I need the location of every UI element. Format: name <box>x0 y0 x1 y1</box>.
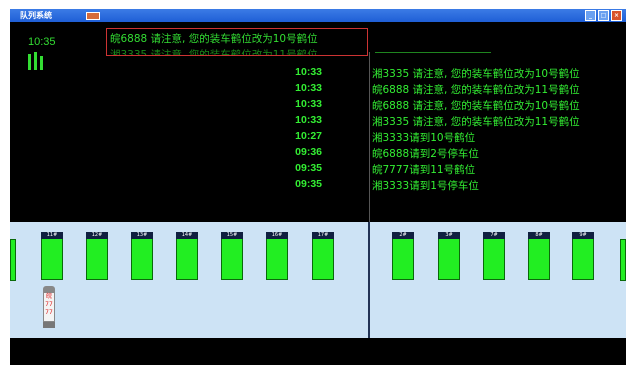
message-panel: 10:35 皖6888 请注意, 您的装车鹤位改为10号鹤位 湘3335 请注意… <box>10 22 626 222</box>
message-time: 10:27 <box>295 130 322 142</box>
bay-indicator <box>392 239 414 280</box>
title-decoration <box>86 11 100 20</box>
window-controls: _ □ × <box>585 10 622 21</box>
bay-label: 14# <box>176 232 198 239</box>
bay-indicator <box>176 239 198 280</box>
message-time: 10:33 <box>295 114 322 126</box>
panel-divider <box>369 52 370 222</box>
maximize-icon[interactable]: □ <box>598 10 609 21</box>
message-time: 10:33 <box>295 98 322 110</box>
bay-label: 11# <box>41 232 63 239</box>
bay-indicator <box>221 239 243 280</box>
bay-slot[interactable]: 14# <box>176 232 198 280</box>
bay-indicator <box>572 239 594 280</box>
close-icon[interactable]: × <box>611 10 622 21</box>
bay-indicator <box>41 239 63 280</box>
bay-edge <box>10 239 16 281</box>
bay-label: 7# <box>483 232 505 239</box>
bay-indicator <box>86 239 108 280</box>
bay-slot[interactable]: 3# <box>438 232 460 280</box>
message-text: 湘3333请到1号停车位 <box>372 180 479 192</box>
alert-line: 湘3335 请注意, 您的装车鹤位改为11号鹤位 <box>110 49 318 56</box>
message-text: 湘3335 请注意, 您的装车鹤位改为11号鹤位 <box>372 116 580 128</box>
bay-slot[interactable]: 17# <box>312 232 334 280</box>
bay-indicator <box>312 239 334 280</box>
bay-edge <box>620 239 626 281</box>
bay-slot[interactable]: 8# <box>528 232 550 280</box>
alert-line: 皖6888 请注意, 您的装车鹤位改为10号鹤位 <box>110 33 318 45</box>
message-text: 皖6888请到2号停车位 <box>372 148 479 160</box>
message-text: 湘3335 请注意, 您的装车鹤位改为10号鹤位 <box>372 68 580 80</box>
title-bar: 队列系统 _ □ × <box>10 9 626 22</box>
bay-slot[interactable]: 16# <box>266 232 288 280</box>
message-text: 皖6888 请注意, 您的装车鹤位改为11号鹤位 <box>372 84 580 96</box>
loading-bay-map: 11# 12# 13# 14# 15# 16# 17# 皖77 77 2# 3# <box>10 222 626 338</box>
bay-indicator <box>131 239 153 280</box>
message-time: 09:35 <box>295 178 322 190</box>
message-text: 皖7777请到11号鹤位 <box>372 164 476 176</box>
bay-label: 16# <box>266 232 288 239</box>
bay-indicator <box>483 239 505 280</box>
bay-slot[interactable]: 2# <box>392 232 414 280</box>
bay-slot[interactable]: 13# <box>131 232 153 280</box>
message-time: 09:35 <box>295 162 322 174</box>
footer-bar <box>10 338 626 365</box>
bay-slot[interactable]: 12# <box>86 232 108 280</box>
bay-label: 12# <box>86 232 108 239</box>
bay-label: 8# <box>528 232 550 239</box>
bay-indicator <box>438 239 460 280</box>
truck-plate: 皖77 77 <box>43 292 55 322</box>
window-title: 队列系统 <box>20 11 52 20</box>
bay-slot[interactable]: 9# <box>572 232 594 280</box>
bay-slot[interactable]: 11# <box>41 232 63 280</box>
message-time: 10:33 <box>295 82 322 94</box>
bay-label: 2# <box>392 232 414 239</box>
truck-icon[interactable]: 皖77 77 <box>43 286 55 332</box>
bay-slot[interactable]: 7# <box>483 232 505 280</box>
bay-label: 3# <box>438 232 460 239</box>
signal-icon <box>28 52 43 70</box>
bay-label: 17# <box>312 232 334 239</box>
minimize-icon[interactable]: _ <box>585 10 596 21</box>
bay-label: 9# <box>572 232 594 239</box>
message-text: 皖6888 请注意, 您的装车鹤位改为10号鹤位 <box>372 100 580 112</box>
alert-popup: 皖6888 请注意, 您的装车鹤位改为10号鹤位 湘3335 请注意, 您的装车… <box>106 28 368 56</box>
message-time: 09:36 <box>295 146 322 158</box>
bay-slot[interactable]: 15# <box>221 232 243 280</box>
area-divider <box>368 222 370 338</box>
bay-indicator <box>266 239 288 280</box>
current-time: 10:35 <box>28 36 56 48</box>
ticker-line <box>375 52 491 53</box>
message-time: 10:33 <box>295 66 322 78</box>
bay-label: 13# <box>131 232 153 239</box>
bay-indicator <box>528 239 550 280</box>
message-text: 湘3333请到10号鹤位 <box>372 132 476 144</box>
bay-label: 15# <box>221 232 243 239</box>
